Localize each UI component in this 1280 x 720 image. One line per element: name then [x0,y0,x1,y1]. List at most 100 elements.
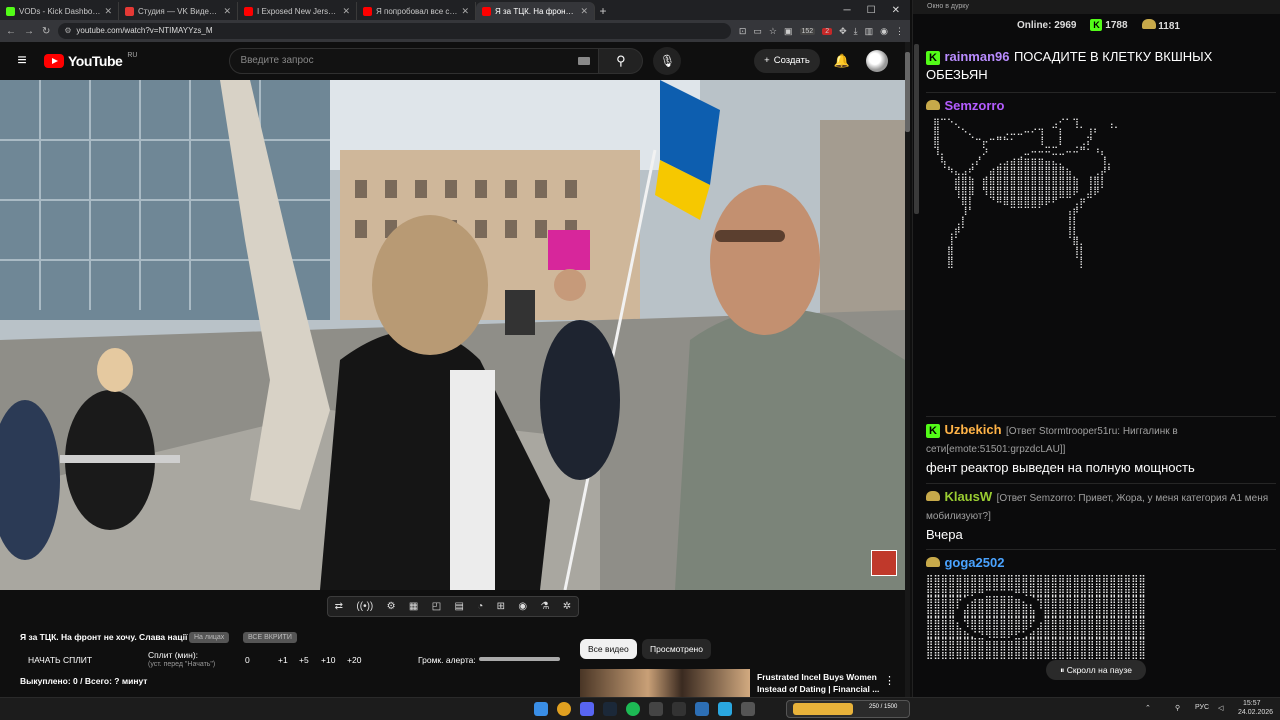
tab-youtube-2[interactable]: Я попробовал все способы бр✕ [357,2,476,20]
tab-youtube-1[interactable]: I Exposed New Jersey's Jewish✕ [238,2,357,20]
progress-widget: 250 / 1500 [786,700,910,718]
create-button[interactable]: + Создать [754,49,820,73]
film-icon[interactable]: ▦ [409,601,418,612]
close-icon[interactable]: ✕ [104,6,112,17]
recommended-title-line1[interactable]: Frustrated Incel Buys Women [757,672,877,682]
puzzle-icon[interactable]: ✥ [839,26,847,37]
back-icon[interactable]: ← [6,26,16,37]
extension-icon[interactable]: ▣ [784,26,793,37]
tab-vk-studio[interactable]: Студия — VK Видео Live✕ [119,2,238,20]
speed-icon[interactable]: ◔ [477,601,483,612]
clock-date[interactable]: 24.02.2026 [1238,709,1273,716]
add-clip-icon[interactable]: ⊞ [497,601,505,612]
maximize-icon[interactable]: ☐ [867,2,876,20]
chat-username[interactable]: goga2502 [944,555,1004,570]
tag-pill[interactable]: На лицах [189,632,230,643]
tray-chevron-icon[interactable]: ⌃ [1145,704,1151,712]
discord-icon[interactable] [580,702,594,716]
flask-icon[interactable]: ⚗ [540,601,549,612]
broadcast-icon[interactable]: ((•)) [356,601,373,612]
chat-text: Вчера [926,527,963,542]
close-window-icon[interactable]: ✕ [892,2,900,20]
chat-username[interactable]: Semzorro [944,98,1004,113]
add-10-button[interactable]: +10 [321,655,335,665]
search-input[interactable]: Введите запрос [229,48,600,74]
cast-icon[interactable]: ▭ [753,26,762,37]
chrome-icon[interactable] [557,702,571,716]
menu-dots-icon[interactable]: ⋮ [895,26,904,37]
split-hint: (уст. перед "Начать") [148,661,216,668]
youtube-header: ≡ YouTube RU Введите запрос ⚲ 🎙 + Создать… [0,42,910,80]
chat-username[interactable]: KlausW [944,489,992,504]
downloads-icon[interactable]: ⤓ [854,26,858,37]
explorer-icon[interactable] [695,702,709,716]
video-player[interactable] [0,80,905,590]
network-icon[interactable]: ⚲ [1175,704,1180,712]
chat-scrollbar[interactable] [914,14,919,714]
sidebar-icon[interactable]: ▥ [865,26,874,37]
start-icon[interactable] [534,702,548,716]
taskbar-app-icon[interactable] [741,702,755,716]
tab-kick-dashboard[interactable]: VODs - Kick Dashboard ✕ [0,2,119,20]
add-20-button[interactable]: +20 [347,655,361,665]
spotify-icon[interactable] [626,702,640,716]
scrollbar-thumb[interactable] [905,52,910,132]
search-button[interactable]: ⚲ [599,48,644,74]
add-5-button[interactable]: +5 [299,655,309,665]
notifications-icon[interactable]: 🔔 [834,53,850,69]
keyboard-icon[interactable] [578,57,591,65]
install-icon[interactable]: ⊡ [739,26,747,37]
minimize-icon[interactable]: ─ [844,2,851,20]
lang-indicator[interactable]: РУС [1195,704,1209,711]
settings-icon[interactable]: ✲ [563,601,571,612]
reload-icon[interactable]: ↻ [42,26,50,37]
close-icon[interactable]: ✕ [580,6,588,17]
menu-icon[interactable]: ≡ [0,52,44,70]
recommended-thumbnail[interactable] [580,669,750,697]
youtube-logo[interactable]: YouTube RU [44,52,137,69]
extension-badge-icon[interactable]: 152 [799,27,816,35]
webcam-overlay [871,550,897,576]
steam-icon[interactable] [603,702,617,716]
kick-viewers: 1788 [1105,20,1128,31]
close-icon[interactable]: ✕ [461,6,469,17]
screenshot-icon[interactable]: ◉ [518,601,527,612]
chat-window-title: Окно в дурку [913,0,1280,14]
bookmark-star-icon[interactable]: ☆ [769,26,777,37]
page-scrollbar[interactable] [905,42,910,697]
url-field[interactable]: ⚙ youtube.com/watch?v=NTIMAYYzs_M [58,23,731,39]
tab-youtube-active[interactable]: Я за ТЦК. На фронт не хочу. С✕ [476,2,595,20]
obs-icon[interactable] [672,702,686,716]
clock-time[interactable]: 15:57 [1243,700,1261,707]
more-options-icon[interactable]: ⋮ [884,674,895,687]
tag-pill[interactable]: ВСЕ ВКРИТИ [243,632,297,643]
app-icon[interactable] [649,702,663,716]
voice-search-button[interactable]: 🎙 [653,47,682,75]
avatar[interactable] [866,50,888,72]
site-info-icon[interactable]: ⚙ [64,23,71,39]
chip-all-videos[interactable]: Все видео [580,639,637,659]
add-1-button[interactable]: +1 [278,655,288,665]
close-icon[interactable]: ✕ [223,6,231,17]
profile-icon[interactable]: ◉ [880,26,888,37]
cast-icon[interactable]: ⚙ [387,601,396,612]
alert-volume-slider[interactable] [479,657,560,661]
forward-icon[interactable]: → [24,26,34,37]
start-split-button[interactable]: НАЧАТЬ СПЛИТ [28,655,92,665]
telegram-icon[interactable] [718,702,732,716]
scroll-paused-button[interactable]: ⏸ Скролл на паузе [1046,660,1146,680]
chat-username[interactable]: Uzbekich [944,422,1001,437]
loop-icon[interactable]: ⇄ [335,601,343,612]
search-icon: ⚲ [616,53,626,68]
chat-username[interactable]: rainman96 [944,49,1009,64]
recommended-title-line2[interactable]: Instead of Dating | Financial ... [757,684,879,694]
theater-icon[interactable]: ▤ [454,601,463,612]
monkey-badge-icon [926,557,940,567]
new-tab-button[interactable]: + [595,2,611,20]
extension-red-icon[interactable]: 2 [822,27,833,35]
chat-scrollbar-thumb[interactable] [914,44,919,214]
volume-icon[interactable]: ◁ [1218,704,1223,712]
close-icon[interactable]: ✕ [342,6,350,17]
pip-icon[interactable]: ◰ [432,601,441,612]
chip-watched[interactable]: Просмотрено [642,639,711,659]
